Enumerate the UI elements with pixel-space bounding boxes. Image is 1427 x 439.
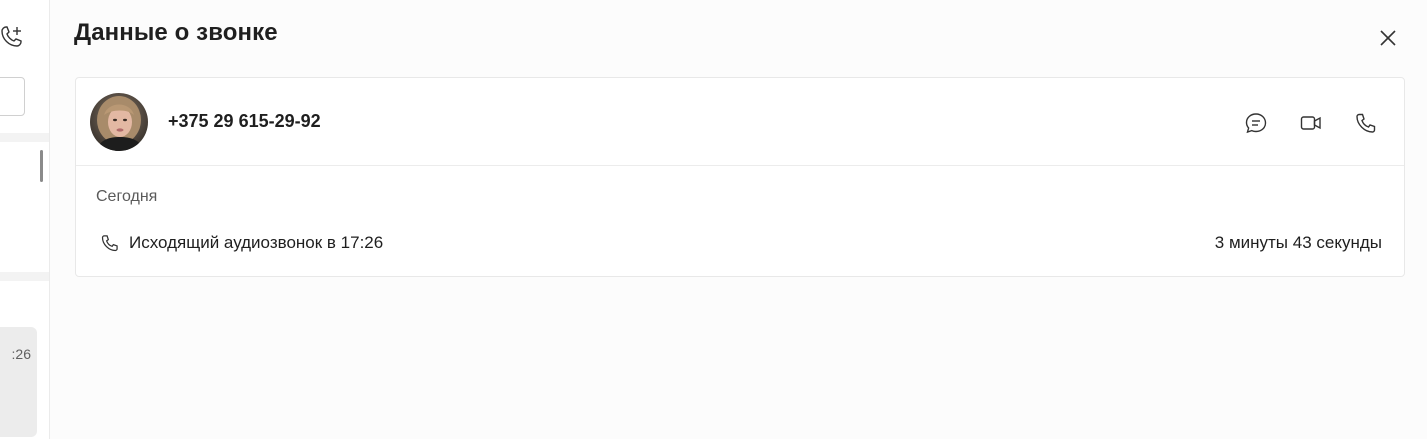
audio-call-button[interactable] [1351,108,1381,138]
app-window: :26 Данные о звонке +375 29 615-29-92 Се… [0,0,1427,439]
contact-header: +375 29 615-29-92 [76,78,1404,166]
close-icon [1380,30,1396,46]
call-list-panel: :26 [0,0,50,439]
call-history-row: Исходящий аудиозвонок в 17:26 3 минуты 4… [96,230,1386,256]
date-label: Сегодня [96,188,158,205]
call-details-card: +375 29 615-29-92 Сегодня Исходящий ауди… [75,77,1405,277]
phone-icon [100,233,120,253]
list-item[interactable] [0,327,37,437]
chat-icon [1245,113,1267,134]
list-item-time: :26 [11,346,31,362]
chat-button[interactable] [1241,108,1271,138]
video-call-button[interactable] [1296,108,1326,138]
divider [0,272,49,281]
divider [0,133,49,142]
search-input[interactable] [0,77,25,116]
phone-icon [1356,113,1376,133]
scrollbar[interactable] [40,150,43,182]
call-duration: 3 минуты 43 секунды [1214,233,1382,252]
close-button[interactable] [1373,23,1403,53]
video-camera-icon [1300,116,1321,130]
call-details-panel: Данные о звонке +375 29 615-29-92 Сегодн… [50,0,1427,439]
call-description: Исходящий аудиозвонок в 17:26 [129,233,384,252]
avatar[interactable] [90,93,148,151]
contact-phone: +375 29 615-29-92 [168,111,321,131]
page-title: Данные о звонке [74,19,278,46]
add-call-icon[interactable] [0,24,26,50]
